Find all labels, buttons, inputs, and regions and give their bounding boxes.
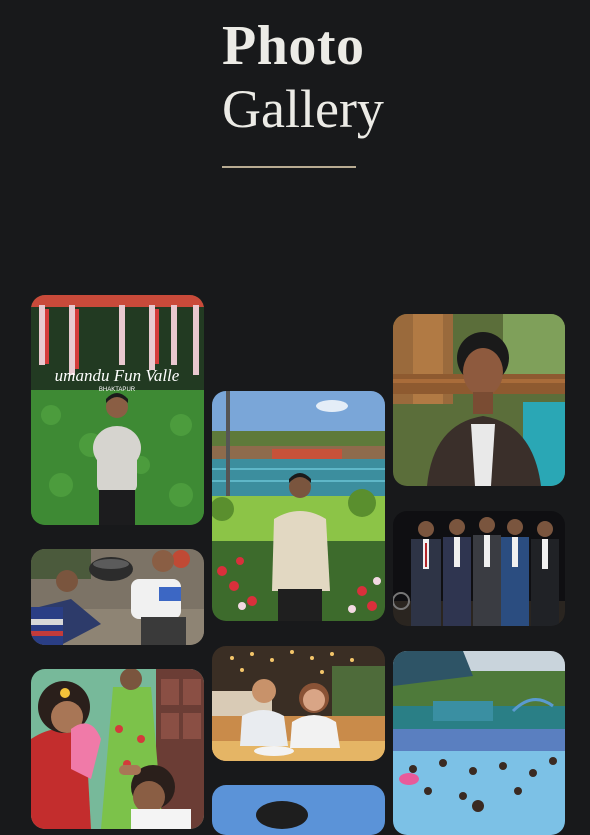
photo-fun-valley-image: umandu Fun Valle BHAKTAPUR (31, 295, 204, 525)
photo-suited-group-image (393, 511, 565, 626)
photo-restaurant-couple-image (212, 646, 385, 761)
gallery-photo-festival-blessing[interactable] (31, 669, 204, 829)
photo-leather-jacket-image (393, 314, 565, 486)
title-line-photo: Photo (222, 15, 365, 77)
title-line-gallery: Gallery (222, 79, 384, 139)
photo-festival-blessing-image (31, 669, 204, 829)
gallery-photo-fun-valley[interactable]: umandu Fun Valle BHAKTAPUR (31, 295, 204, 525)
gallery-photo-leather-jacket[interactable] (393, 314, 565, 486)
page-title: Photo Gallery (222, 18, 384, 136)
gallery-photo-swimming-pool[interactable] (393, 651, 565, 835)
photo-sky-portrait-image (212, 785, 385, 835)
photo-cooking-kids-image (31, 549, 204, 645)
photo-garden-portrait-image (212, 391, 385, 621)
gallery-photo-cooking-kids[interactable] (31, 549, 204, 645)
photo-swimming-pool-image (393, 651, 565, 835)
gallery-photo-suited-group[interactable] (393, 511, 565, 626)
banner-subtext: BHAKTAPUR (99, 387, 136, 393)
title-underline (222, 166, 356, 168)
banner-text: umandu Fun Valle (55, 366, 180, 385)
gallery-photo-sky-portrait[interactable] (212, 785, 385, 835)
gallery-photo-restaurant-couple[interactable] (212, 646, 385, 761)
gallery-photo-garden-portrait[interactable] (212, 391, 385, 621)
